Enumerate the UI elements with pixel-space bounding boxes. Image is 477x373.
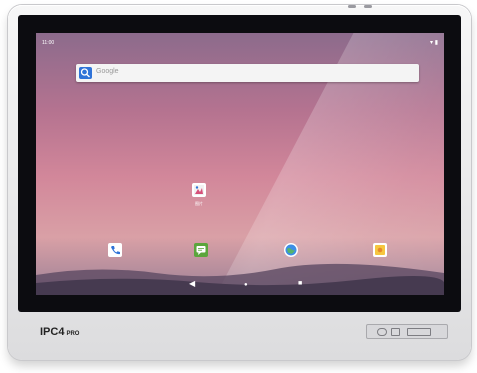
- brand-logo: IPC4 PRO: [40, 326, 79, 338]
- power-led-port: [377, 328, 387, 336]
- brand-model-suffix: PRO: [66, 331, 80, 337]
- home-screen: 11:00 ▾ ▮ Google 图片 ◀ ● ■: [36, 33, 444, 295]
- search-placeholder: Google: [96, 68, 119, 75]
- gallery-app-icon[interactable]: [192, 183, 206, 197]
- camera-icon: [375, 245, 385, 255]
- back-button[interactable]: ◀: [189, 280, 195, 288]
- usb-port[interactable]: [407, 328, 431, 336]
- indicator-port: [391, 328, 400, 336]
- volume-button[interactable]: [364, 5, 372, 8]
- phone-icon: [111, 246, 120, 255]
- google-search-bar[interactable]: Google: [76, 64, 419, 82]
- power-button[interactable]: [348, 5, 356, 8]
- browser-globe-icon: [285, 244, 297, 256]
- status-icons: ▾ ▮: [430, 40, 438, 46]
- search-icon: [79, 67, 92, 79]
- browser-app-icon[interactable]: [284, 243, 298, 257]
- recents-button[interactable]: ■: [298, 280, 302, 288]
- front-port-panel: [366, 324, 448, 339]
- gallery-icon: [194, 185, 204, 195]
- navigation-bar: ◀ ● ■: [36, 275, 444, 295]
- messages-app-icon[interactable]: [194, 243, 208, 257]
- home-button[interactable]: ●: [244, 281, 248, 289]
- phone-app-icon[interactable]: [108, 243, 122, 257]
- status-time: 11:00: [42, 40, 55, 46]
- camera-app-icon[interactable]: [373, 243, 387, 257]
- gallery-app-label: 图片: [195, 201, 203, 206]
- brand-name: IPC4: [40, 326, 65, 338]
- messages-icon: [196, 246, 206, 255]
